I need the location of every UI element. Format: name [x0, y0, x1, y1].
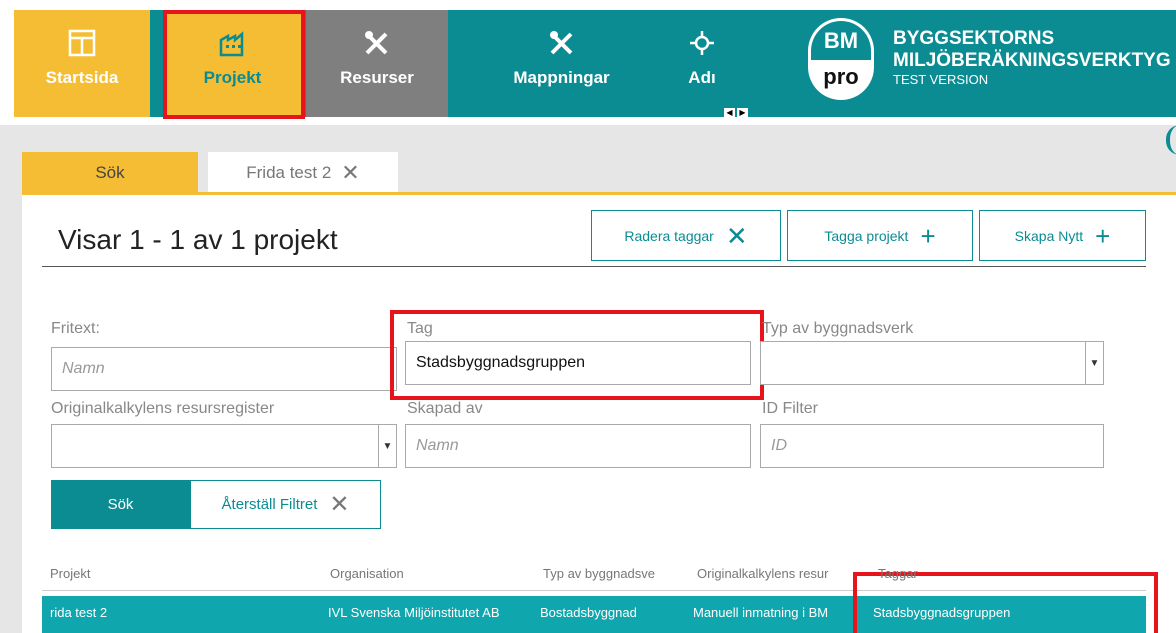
cell-organisation: IVL Svenska Miljöinstitutet AB: [328, 605, 500, 620]
tag-label: Tag: [407, 320, 433, 337]
title-divider: [42, 266, 1146, 267]
column-header-resursregister[interactable]: Originalkalkylens resur: [697, 566, 849, 581]
chevron-down-icon[interactable]: ▼: [378, 425, 396, 467]
tab-bar: Sök Frida test 2 ✕: [22, 152, 398, 194]
tag-project-button[interactable]: Tagga projekt +: [787, 210, 973, 261]
tab-project[interactable]: Frida test 2 ✕: [208, 152, 398, 194]
chevron-down-icon[interactable]: ▼: [1085, 342, 1103, 384]
home-icon: [67, 28, 97, 68]
tab-search[interactable]: Sök: [22, 152, 198, 194]
brand-line-1: BYGGSEKTORNS: [893, 28, 1055, 49]
close-icon: ✕: [725, 220, 748, 251]
tab-project-label: Frida test 2: [246, 163, 332, 182]
logo-bottom: pro: [808, 60, 874, 100]
column-header-organisation[interactable]: Organisation: [330, 566, 530, 581]
brand-line-2: MILJÖBERÄKNINGSVERKTYG: [893, 50, 1171, 71]
nav-scroll-arrows[interactable]: ◀ ▶: [724, 108, 748, 118]
tab-search-label: Sök: [95, 163, 125, 182]
scroll-right-icon[interactable]: ▶: [737, 108, 748, 118]
id-filter-label: ID Filter: [762, 400, 818, 417]
table-header-top-rule: [42, 590, 1146, 591]
page-title: Visar 1 - 1 av 1 projekt: [58, 224, 338, 255]
fritext-label: Fritext:: [51, 320, 100, 337]
plus-icon: +: [1095, 220, 1111, 251]
column-header-typ[interactable]: Typ av byggnadsve: [543, 566, 671, 581]
gear-icon: [687, 28, 717, 68]
column-header-taggar[interactable]: Taggar: [878, 566, 1078, 581]
nav-resurser[interactable]: Resurser: [306, 10, 448, 117]
fritext-input[interactable]: Namn: [51, 347, 397, 391]
cell-taggar: Stadsbyggnadsgruppen: [873, 605, 1011, 620]
reset-filter-label: Återställ Filtret: [221, 496, 318, 513]
nav-mappningar[interactable]: Mappningar: [468, 10, 655, 117]
nav-projekt[interactable]: Projekt: [163, 10, 302, 117]
nav-startsida[interactable]: Startsida: [14, 10, 150, 117]
close-icon: ✕: [329, 491, 350, 518]
logo-top: BM: [808, 18, 874, 60]
create-new-label: Skapa Nytt: [1014, 227, 1084, 244]
cell-projekt: rida test 2: [50, 605, 108, 620]
nav-resurser-label: Resurser: [340, 68, 414, 87]
search-button[interactable]: Sök: [51, 480, 190, 529]
nav-mappningar-label: Mappningar: [513, 68, 610, 87]
cell-resursregister: Manuell inmatning i BM: [693, 605, 829, 620]
tag-input[interactable]: Stadsbyggnadsgruppen: [405, 341, 751, 385]
cell-typ: Bostadsbyggnad: [540, 605, 637, 620]
id-filter-input[interactable]: ID: [760, 424, 1104, 468]
tag-project-label: Tagga projekt: [824, 227, 909, 244]
close-icon[interactable]: ✕: [341, 160, 359, 186]
nav-admin[interactable]: Adı: [660, 10, 744, 117]
create-new-button[interactable]: Skapa Nytt +: [979, 210, 1146, 261]
reset-filter-button[interactable]: Återställ Filtret ✕: [190, 480, 381, 529]
delete-tags-button[interactable]: Radera taggar ✕: [591, 210, 781, 261]
typ-label: Typ av byggnadsverk: [762, 320, 914, 337]
plus-icon: +: [920, 220, 936, 251]
resursregister-label: Originalkalkylens resursregister: [51, 400, 275, 417]
typ-select[interactable]: ▼: [760, 341, 1104, 385]
tools-icon: [362, 28, 392, 68]
brand-line-3: TEST VERSION: [893, 72, 989, 87]
bm-pro-logo: BM pro: [800, 18, 882, 108]
tools-icon: [547, 28, 577, 68]
delete-tags-label: Radera taggar: [624, 227, 714, 244]
resursregister-select[interactable]: ▼: [51, 424, 397, 468]
nav-startsida-label: Startsida: [45, 68, 119, 87]
nav-admin-label: Adı: [688, 68, 716, 87]
scroll-left-icon[interactable]: ◀: [724, 108, 735, 118]
skapad-av-input[interactable]: Namn: [405, 424, 751, 468]
column-header-projekt[interactable]: Projekt: [50, 566, 310, 581]
factory-icon: [218, 28, 248, 68]
brand-text: BYGGSEKTORNS MILJÖBERÄKNINGSVERKTYG TEST…: [893, 28, 1171, 88]
skapad-av-label: Skapad av: [407, 400, 483, 417]
nav-projekt-label: Projekt: [203, 68, 262, 87]
